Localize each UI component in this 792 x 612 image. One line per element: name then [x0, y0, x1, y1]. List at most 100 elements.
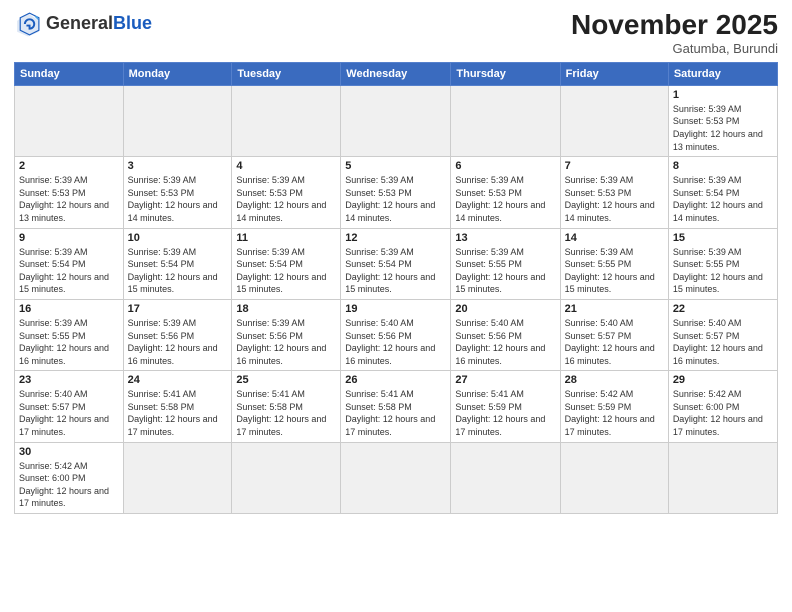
calendar-week-row: 30 Sunrise: 5:42 AM Sunset: 6:00 PM Dayli… — [15, 442, 778, 513]
day-info: Sunrise: 5:39 AM Sunset: 5:53 PM Dayligh… — [673, 103, 773, 153]
calendar-cell: 17Sunrise: 5:39 AM Sunset: 5:56 PM Dayli… — [123, 299, 232, 370]
day-info: Sunrise: 5:39 AM Sunset: 5:55 PM Dayligh… — [455, 246, 555, 296]
day-number: 30 — [19, 446, 119, 458]
calendar-week-row: 9 Sunrise: 5:39 AM Sunset: 5:54 PM Daylig… — [15, 228, 778, 299]
calendar-cell — [668, 442, 777, 513]
day-info: Sunrise: 5:42 AM Sunset: 5:59 PM Dayligh… — [565, 388, 664, 438]
calendar-cell: 21Sunrise: 5:40 AM Sunset: 5:57 PM Dayli… — [560, 299, 668, 370]
weekday-header-sunday: Sunday — [15, 62, 124, 85]
logo-general: General — [46, 13, 113, 33]
page: GeneralBlue November 2025 Gatumba, Burun… — [0, 0, 792, 612]
day-number: 18 — [236, 303, 336, 315]
day-info: Sunrise: 5:39 AM Sunset: 5:54 PM Dayligh… — [345, 246, 446, 296]
calendar-cell — [341, 85, 451, 156]
day-number: 9 — [19, 232, 119, 244]
weekday-header-monday: Monday — [123, 62, 232, 85]
day-info: Sunrise: 5:39 AM Sunset: 5:53 PM Dayligh… — [565, 174, 664, 224]
day-info: Sunrise: 5:40 AM Sunset: 5:56 PM Dayligh… — [455, 317, 555, 367]
day-info: Sunrise: 5:39 AM Sunset: 5:55 PM Dayligh… — [565, 246, 664, 296]
day-info: Sunrise: 5:41 AM Sunset: 5:58 PM Dayligh… — [128, 388, 228, 438]
calendar-cell: 10 Sunrise: 5:39 AM Sunset: 5:54 PM Dayli… — [123, 228, 232, 299]
day-info: Sunrise: 5:39 AM Sunset: 5:55 PM Dayligh… — [19, 317, 119, 367]
location: Gatumba, Burundi — [571, 41, 778, 56]
calendar-cell: 9 Sunrise: 5:39 AM Sunset: 5:54 PM Daylig… — [15, 228, 124, 299]
header: GeneralBlue November 2025 Gatumba, Burun… — [14, 10, 778, 56]
calendar-week-row: 2 Sunrise: 5:39 AM Sunset: 5:53 PM Daylig… — [15, 157, 778, 228]
weekday-header-wednesday: Wednesday — [341, 62, 451, 85]
logo-text: GeneralBlue — [46, 14, 152, 34]
calendar-cell: 25 Sunrise: 5:41 AM Sunset: 5:58 PM Dayli… — [232, 371, 341, 442]
calendar-cell: 4 Sunrise: 5:39 AM Sunset: 5:53 PM Daylig… — [232, 157, 341, 228]
logo-blue: Blue — [113, 13, 152, 33]
day-number: 19 — [345, 303, 446, 315]
calendar-week-row: 1 Sunrise: 5:39 AM Sunset: 5:53 PM Daylig… — [15, 85, 778, 156]
day-info: Sunrise: 5:40 AM Sunset: 5:57 PM Dayligh… — [565, 317, 664, 367]
day-number: 3 — [128, 160, 228, 172]
calendar-cell: 7Sunrise: 5:39 AM Sunset: 5:53 PM Daylig… — [560, 157, 668, 228]
day-number: 13 — [455, 232, 555, 244]
calendar-cell — [451, 442, 560, 513]
day-number: 14 — [565, 232, 664, 244]
calendar-cell: 3 Sunrise: 5:39 AM Sunset: 5:53 PM Daylig… — [123, 157, 232, 228]
day-number: 12 — [345, 232, 446, 244]
calendar-cell — [232, 85, 341, 156]
day-info: Sunrise: 5:39 AM Sunset: 5:53 PM Dayligh… — [236, 174, 336, 224]
day-info: Sunrise: 5:39 AM Sunset: 5:55 PM Dayligh… — [673, 246, 773, 296]
calendar-cell: 12 Sunrise: 5:39 AM Sunset: 5:54 PM Dayli… — [341, 228, 451, 299]
calendar-cell: 2 Sunrise: 5:39 AM Sunset: 5:53 PM Daylig… — [15, 157, 124, 228]
month-title: November 2025 — [571, 10, 778, 41]
day-info: Sunrise: 5:39 AM Sunset: 5:53 PM Dayligh… — [345, 174, 446, 224]
weekday-header-tuesday: Tuesday — [232, 62, 341, 85]
day-number: 6 — [455, 160, 555, 172]
calendar-cell — [560, 442, 668, 513]
calendar-cell: 15Sunrise: 5:39 AM Sunset: 5:55 PM Dayli… — [668, 228, 777, 299]
day-number: 1 — [673, 89, 773, 101]
day-info: Sunrise: 5:39 AM Sunset: 5:54 PM Dayligh… — [236, 246, 336, 296]
day-number: 10 — [128, 232, 228, 244]
day-info: Sunrise: 5:41 AM Sunset: 5:58 PM Dayligh… — [236, 388, 336, 438]
day-info: Sunrise: 5:39 AM Sunset: 5:56 PM Dayligh… — [236, 317, 336, 367]
calendar-cell: 19Sunrise: 5:40 AM Sunset: 5:56 PM Dayli… — [341, 299, 451, 370]
day-number: 2 — [19, 160, 119, 172]
day-number: 4 — [236, 160, 336, 172]
calendar-cell — [232, 442, 341, 513]
day-info: Sunrise: 5:42 AM Sunset: 6:00 PM Dayligh… — [673, 388, 773, 438]
day-info: Sunrise: 5:39 AM Sunset: 5:53 PM Dayligh… — [19, 174, 119, 224]
day-info: Sunrise: 5:40 AM Sunset: 5:57 PM Dayligh… — [673, 317, 773, 367]
weekday-header-friday: Friday — [560, 62, 668, 85]
weekday-header-thursday: Thursday — [451, 62, 560, 85]
calendar-cell: 11Sunrise: 5:39 AM Sunset: 5:54 PM Dayli… — [232, 228, 341, 299]
calendar-cell: 20Sunrise: 5:40 AM Sunset: 5:56 PM Dayli… — [451, 299, 560, 370]
day-info: Sunrise: 5:39 AM Sunset: 5:54 PM Dayligh… — [128, 246, 228, 296]
calendar-cell: 30 Sunrise: 5:42 AM Sunset: 6:00 PM Dayli… — [15, 442, 124, 513]
general-blue-logo-icon — [14, 10, 42, 38]
day-number: 25 — [236, 374, 336, 386]
calendar-cell — [451, 85, 560, 156]
day-number: 23 — [19, 374, 119, 386]
calendar-cell: 13 Sunrise: 5:39 AM Sunset: 5:55 PM Dayli… — [451, 228, 560, 299]
calendar-cell: 5Sunrise: 5:39 AM Sunset: 5:53 PM Daylig… — [341, 157, 451, 228]
day-number: 28 — [565, 374, 664, 386]
calendar-cell: 29Sunrise: 5:42 AM Sunset: 6:00 PM Dayli… — [668, 371, 777, 442]
calendar-cell: 22Sunrise: 5:40 AM Sunset: 5:57 PM Dayli… — [668, 299, 777, 370]
calendar-cell — [123, 85, 232, 156]
calendar-cell — [123, 442, 232, 513]
day-info: Sunrise: 5:40 AM Sunset: 5:57 PM Dayligh… — [19, 388, 119, 438]
day-number: 26 — [345, 374, 446, 386]
day-number: 27 — [455, 374, 555, 386]
day-info: Sunrise: 5:41 AM Sunset: 5:58 PM Dayligh… — [345, 388, 446, 438]
day-info: Sunrise: 5:39 AM Sunset: 5:54 PM Dayligh… — [673, 174, 773, 224]
day-info: Sunrise: 5:39 AM Sunset: 5:53 PM Dayligh… — [128, 174, 228, 224]
day-info: Sunrise: 5:39 AM Sunset: 5:53 PM Dayligh… — [455, 174, 555, 224]
calendar-cell: 1 Sunrise: 5:39 AM Sunset: 5:53 PM Daylig… — [668, 85, 777, 156]
day-info: Sunrise: 5:39 AM Sunset: 5:56 PM Dayligh… — [128, 317, 228, 367]
calendar-cell — [15, 85, 124, 156]
calendar-cell — [341, 442, 451, 513]
calendar-cell: 16Sunrise: 5:39 AM Sunset: 5:55 PM Dayli… — [15, 299, 124, 370]
logo: GeneralBlue — [14, 10, 152, 38]
calendar-cell: 26 Sunrise: 5:41 AM Sunset: 5:58 PM Dayli… — [341, 371, 451, 442]
day-info: Sunrise: 5:42 AM Sunset: 6:00 PM Dayligh… — [19, 460, 119, 510]
calendar-cell: 14 Sunrise: 5:39 AM Sunset: 5:55 PM Dayli… — [560, 228, 668, 299]
day-info: Sunrise: 5:39 AM Sunset: 5:54 PM Dayligh… — [19, 246, 119, 296]
calendar-cell: 28 Sunrise: 5:42 AM Sunset: 5:59 PM Dayli… — [560, 371, 668, 442]
